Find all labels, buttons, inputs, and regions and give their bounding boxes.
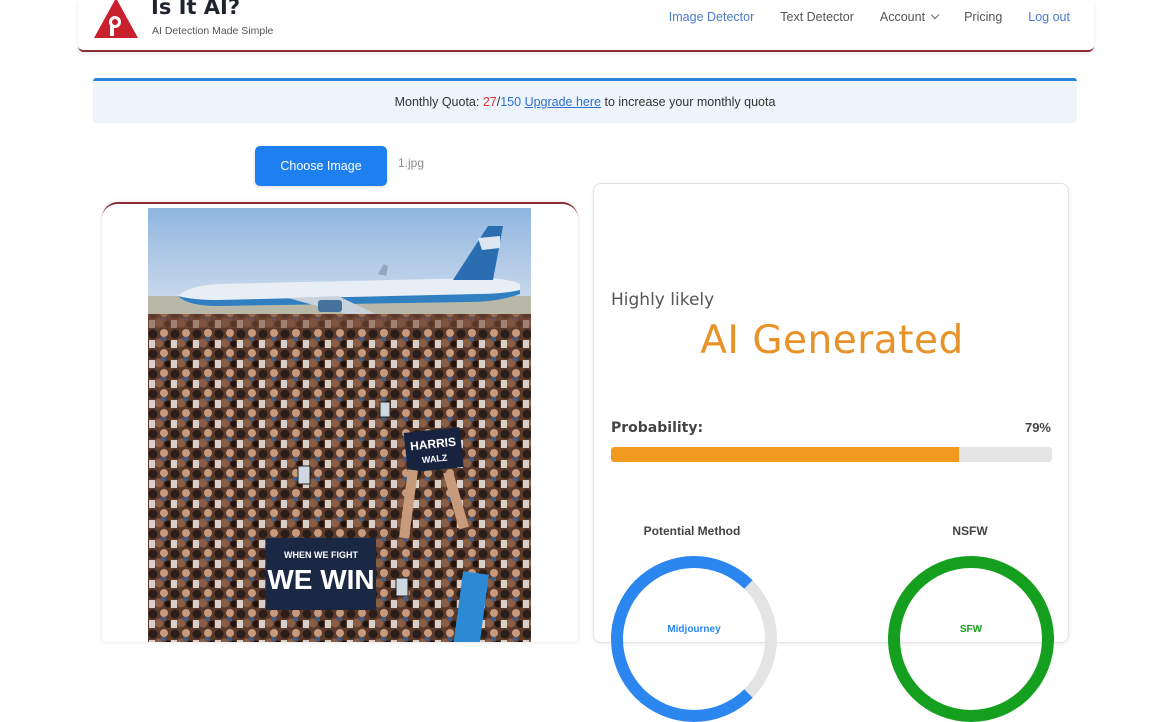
choose-image-button[interactable]: Choose Image — [255, 146, 387, 186]
probability-value: 79% — [1024, 420, 1051, 435]
quota-total: 150 — [500, 95, 522, 109]
quota-suffix: to increase your monthly quota — [601, 95, 776, 109]
sign-text-we-win: WE WIN — [267, 564, 374, 595]
chevron-down-icon — [930, 10, 940, 20]
quota-prefix: Monthly Quota: — [394, 95, 483, 109]
nav-account-label: Account — [879, 10, 926, 24]
quota-banner: Monthly Quota: 27/150 Upgrade here to in… — [93, 78, 1077, 123]
nav-image-detector[interactable]: Image Detector — [669, 10, 754, 24]
probability-bar — [611, 447, 1052, 462]
brand-title[interactable]: Is It AI? — [151, 0, 240, 19]
result-qualifier: Highly likely — [611, 290, 715, 310]
result-verdict: AI Generated — [700, 318, 964, 363]
sign-text-when-we-fight: WHEN WE FIGHT — [284, 550, 358, 560]
method-ring — [611, 556, 777, 722]
nav-text-detector[interactable]: Text Detector — [780, 10, 854, 24]
nsfw-label: NSFW — [952, 524, 988, 538]
brand-logo-icon[interactable] — [92, 0, 140, 38]
selected-file-name: 1.jpg — [398, 156, 425, 170]
nav-account[interactable]: Account — [879, 10, 940, 24]
nsfw-ring — [888, 556, 1054, 722]
probability-bar-fill — [611, 447, 960, 462]
brand-subtitle: AI Detection Made Simple — [152, 25, 274, 37]
top-navbar: Is It AI? AI Detection Made Simple Image… — [78, 0, 1094, 52]
probability-label: Probability: — [611, 420, 704, 436]
image-preview-card: HARRIS WALZ WHEN WE FIGHT WE WIN — [102, 202, 578, 642]
nav-logout[interactable]: Log out — [1028, 10, 1070, 24]
result-card: Highly likely AI Generated Probability: … — [593, 183, 1069, 722]
harris-walz-sign: HARRIS WALZ — [403, 427, 464, 473]
quota-used: 27 — [482, 95, 497, 109]
upgrade-link[interactable]: Upgrade here — [525, 95, 601, 109]
nav-pricing[interactable]: Pricing — [964, 10, 1002, 24]
main-nav: Image Detector Text Detector Account Pri… — [669, 10, 1070, 24]
uploaded-image: HARRIS WALZ WHEN WE FIGHT WE WIN — [148, 208, 531, 642]
method-label: Potential Method — [643, 524, 741, 538]
we-win-sign: WHEN WE FIGHT WE WIN — [266, 538, 376, 610]
